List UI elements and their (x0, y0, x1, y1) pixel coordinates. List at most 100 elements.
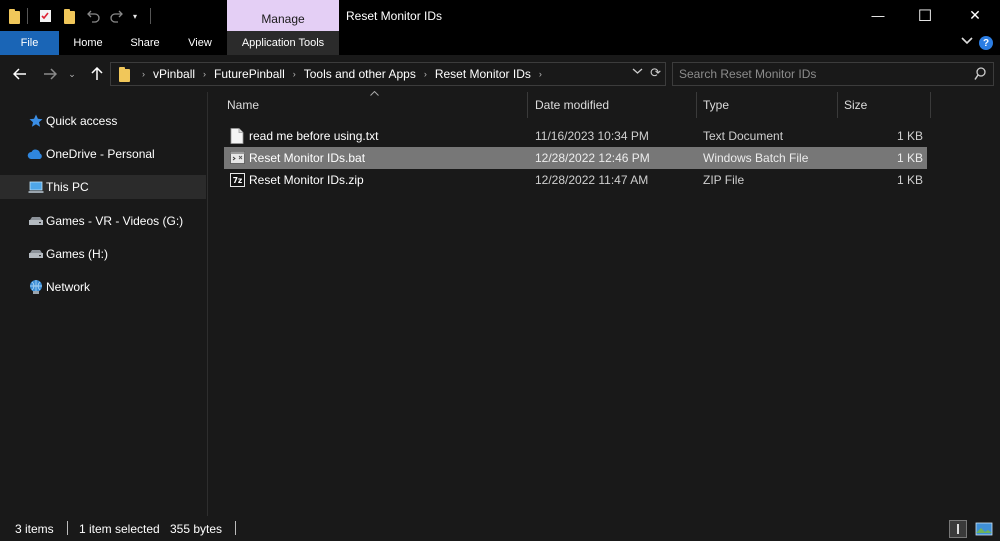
tab-home[interactable]: Home (62, 31, 114, 55)
up-icon[interactable] (87, 64, 107, 84)
column-header-size[interactable]: Size (844, 92, 929, 118)
sidebar-item-network[interactable]: Network (0, 275, 206, 299)
sidebar-item-label: OneDrive - Personal (46, 147, 155, 161)
text-file-icon (230, 128, 244, 144)
column-header-type[interactable]: Type (703, 92, 836, 118)
status-bar: 3 items 1 item selected 355 bytes (0, 516, 1000, 541)
folder-icon[interactable] (8, 7, 20, 25)
sidebar-item-label: Games - VR - Videos (G:) (46, 214, 184, 228)
sidebar-item-label: This PC (46, 180, 89, 194)
file-row[interactable]: Reset Monitor IDs.bat 12/28/2022 12:46 P… (224, 147, 927, 169)
cloud-icon (26, 147, 44, 161)
tab-application-tools[interactable]: Application Tools (227, 31, 339, 55)
sidebar-item-label: Network (46, 280, 91, 294)
search-box[interactable] (672, 62, 994, 86)
sidebar-item-quick-access[interactable]: Quick access (0, 109, 206, 133)
large-icons-view-icon (975, 522, 993, 536)
selected-count: 1 item selected (79, 522, 160, 536)
expand-ribbon-icon[interactable] (960, 34, 974, 49)
item-count: 3 items (15, 522, 54, 536)
file-row[interactable]: read me before using.txt 11/16/2023 10:3… (224, 125, 927, 147)
drive-icon (28, 247, 44, 261)
tab-file[interactable]: File (0, 31, 59, 55)
sidebar-item-label: Quick access (46, 114, 118, 128)
navigation-bar: ⌄ › vPinball › FuturePinball › Tools and… (0, 55, 1000, 92)
column-divider[interactable] (930, 92, 931, 118)
large-icons-view-button[interactable] (975, 520, 993, 538)
column-divider[interactable] (696, 92, 697, 118)
batch-file-icon (230, 151, 245, 164)
redo-icon[interactable] (108, 7, 126, 25)
ribbon-tabs: File Home Share View Application Tools ? (0, 31, 1000, 55)
details-view-icon (957, 524, 959, 534)
new-folder-icon[interactable] (62, 7, 76, 25)
sidebar-item-drive-h[interactable]: Games (H:) (0, 242, 206, 266)
file-size: 1 KB (896, 151, 923, 165)
column-divider[interactable] (837, 92, 838, 118)
file-date: 11/16/2023 10:34 PM (535, 129, 649, 143)
column-header-name[interactable]: Name (227, 92, 527, 118)
zip-file-icon: 7z (230, 173, 245, 187)
file-name: Reset Monitor IDs.bat (249, 151, 366, 165)
tab-view[interactable]: View (176, 31, 224, 55)
address-bar[interactable]: › vPinball › FuturePinball › Tools and o… (110, 62, 666, 86)
file-date: 12/28/2022 12:46 PM (535, 151, 650, 165)
sidebar-item-this-pc[interactable]: This PC (0, 175, 206, 199)
toolbar-separator (150, 8, 151, 24)
status-separator (235, 521, 236, 535)
chevron-right-icon[interactable]: › (533, 69, 548, 79)
file-size: 1 KB (896, 129, 923, 143)
search-icon[interactable] (974, 67, 986, 81)
column-header-date[interactable]: Date modified (535, 92, 695, 118)
file-list: Name Date modified Type Size read me bef… (208, 90, 1000, 516)
file-name: Reset Monitor IDs.zip (249, 173, 364, 187)
help-button[interactable]: ? (979, 36, 993, 50)
breadcrumb-tools[interactable]: Tools and other Apps (302, 67, 418, 81)
refresh-icon[interactable]: ⟳ (650, 65, 661, 81)
file-size: 1 KB (896, 173, 923, 187)
search-input[interactable] (679, 67, 959, 81)
chevron-right-icon[interactable]: › (418, 69, 433, 79)
column-divider[interactable] (527, 92, 528, 118)
star-icon (28, 114, 44, 128)
customize-toolbar-icon[interactable]: ▾ (130, 7, 140, 25)
chevron-right-icon[interactable]: › (197, 69, 212, 79)
drive-icon (28, 214, 44, 228)
breadcrumb-futurepinball[interactable]: FuturePinball (212, 67, 287, 81)
sidebar-item-drive-g[interactable]: Games - VR - Videos (G:) (0, 209, 206, 233)
title-bar: ▾ Manage Reset Monitor IDs — ☐ ✕ (0, 0, 1000, 31)
maximize-button[interactable]: ☐ (902, 0, 948, 31)
folder-icon (119, 66, 130, 82)
file-date: 12/28/2022 11:47 AM (535, 173, 649, 187)
file-name: read me before using.txt (249, 129, 379, 143)
forward-icon[interactable] (40, 64, 60, 84)
status-separator (67, 521, 68, 535)
toolbar-separator (27, 8, 28, 24)
window-title: Reset Monitor IDs (346, 9, 443, 23)
undo-icon[interactable] (84, 7, 102, 25)
properties-icon[interactable] (38, 7, 54, 25)
back-icon[interactable] (10, 64, 30, 84)
navigation-pane: Quick access OneDrive - Personal This PC… (0, 92, 207, 516)
breadcrumb-vpinball[interactable]: vPinball (151, 67, 197, 81)
breadcrumb-reset-monitor-ids[interactable]: Reset Monitor IDs (433, 67, 533, 81)
recent-locations-icon[interactable]: ⌄ (62, 64, 82, 84)
file-type: Windows Batch File (703, 151, 809, 165)
sidebar-item-onedrive[interactable]: OneDrive - Personal (0, 142, 206, 166)
computer-icon (28, 180, 44, 194)
file-type: ZIP File (703, 173, 745, 187)
chevron-right-icon[interactable]: › (287, 69, 302, 79)
breadcrumb: › vPinball › FuturePinball › Tools and o… (111, 63, 548, 85)
tab-manage[interactable]: Manage (227, 0, 339, 31)
selected-size: 355 bytes (170, 522, 223, 536)
network-icon (28, 280, 44, 294)
sidebar-item-label: Games (H:) (46, 247, 109, 261)
address-dropdown-icon[interactable] (632, 67, 643, 78)
file-row[interactable]: 7z Reset Monitor IDs.zip 12/28/2022 11:4… (224, 169, 927, 191)
close-button[interactable]: ✕ (952, 0, 998, 31)
tab-share[interactable]: Share (120, 31, 170, 55)
minimize-button[interactable]: — (855, 0, 901, 31)
file-type: Text Document (703, 129, 784, 143)
svg-text:7z: 7z (233, 176, 243, 185)
details-view-button[interactable] (949, 520, 967, 538)
